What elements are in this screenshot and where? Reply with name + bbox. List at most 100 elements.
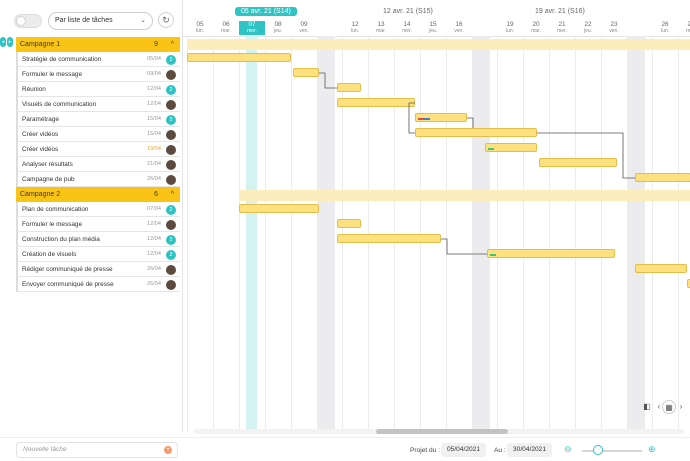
task-name: Plan de communication: [22, 206, 89, 213]
avatar[interactable]: [166, 220, 176, 230]
project-start-label: Projet du :: [410, 447, 441, 454]
task-name: Visuels de communication: [22, 101, 97, 108]
task-date: 12/04: [147, 101, 161, 107]
chevron-up-icon[interactable]: ^: [171, 187, 174, 202]
collapse-all-icon[interactable]: ◂: [0, 37, 6, 47]
avatar[interactable]: [166, 280, 176, 290]
task-row[interactable]: Créer vidéos 15/04: [16, 127, 180, 142]
dependency-link: [537, 132, 635, 179]
expand-all-icon[interactable]: ▸: [7, 37, 13, 47]
assignee-count-badge[interactable]: 2: [166, 250, 176, 260]
task-name: Envoyer communiqué de presse: [22, 281, 114, 288]
chevron-right-icon[interactable]: ›: [674, 400, 688, 414]
zoom-in-icon[interactable]: ⊕: [648, 444, 656, 455]
project-end-date[interactable]: 30/04/2021: [507, 443, 553, 457]
task-row[interactable]: Campagne de pub 26/04: [16, 172, 180, 187]
campaign-name: Campagne 1: [20, 41, 61, 48]
scrollbar-thumb[interactable]: [376, 429, 508, 434]
task-date: 12/04: [147, 221, 161, 227]
dependency-link: [408, 102, 415, 134]
avatar[interactable]: [166, 175, 176, 185]
task-name: Création de visuels: [22, 251, 77, 258]
campaign-task-count: 6: [154, 191, 158, 198]
task-row[interactable]: Construction du plan média 12/04 2: [16, 232, 180, 247]
avatar[interactable]: [166, 130, 176, 140]
task-row[interactable]: Formuler le message 12/04: [16, 217, 180, 232]
horizontal-scrollbar[interactable]: [194, 429, 684, 434]
view-select-value: Par liste de tâches: [55, 17, 113, 24]
task-row[interactable]: Création de visuels 12/04 2: [16, 247, 180, 262]
assignee-count-badge[interactable]: 2: [166, 235, 176, 245]
task-name: Construction du plan média: [22, 236, 100, 243]
assignee-count-badge[interactable]: 2: [166, 55, 176, 65]
task-row[interactable]: Visuels de communication 12/04: [16, 97, 180, 112]
task-row[interactable]: Stratégie de communication 05/04 2: [16, 52, 180, 67]
task-name: Paramétrage: [22, 116, 59, 123]
timeline-navigation: ◧ ‹ ▦ ›: [640, 392, 684, 422]
avatar[interactable]: [166, 265, 176, 275]
project-start-date[interactable]: 05/04/2021: [441, 443, 487, 457]
task-date: 12/04: [147, 86, 161, 92]
avatar[interactable]: [166, 70, 176, 80]
task-date: 05/04: [147, 56, 161, 62]
task-row[interactable]: Envoyer communiqué de presse 26/04: [16, 277, 180, 292]
assignee-count-badge[interactable]: 2: [166, 205, 176, 215]
campaign-task-count: 9: [154, 41, 158, 48]
campaign-name: Campagne 2: [20, 191, 61, 198]
task-row[interactable]: Plan de communication 07/04 2: [16, 202, 180, 217]
task-date: 12/04: [147, 251, 161, 257]
chevron-up-icon[interactable]: ^: [171, 37, 174, 52]
zoom-slider[interactable]: [582, 450, 642, 452]
new-task-placeholder: Nouvelle tâche: [23, 446, 67, 453]
task-date: 09/04: [147, 71, 161, 77]
task-date: 26/04: [147, 281, 161, 287]
task-date: 21/04: [147, 161, 161, 167]
dependency-link: [467, 117, 474, 128]
chevron-down-icon: ⌄: [140, 17, 146, 24]
task-name: Créer vidéos: [22, 146, 59, 153]
project-end-label: Au :: [494, 447, 506, 454]
task-date: 26/04: [147, 176, 161, 182]
view-toggle[interactable]: [14, 14, 42, 28]
new-task-input[interactable]: Nouvelle tâche +: [16, 442, 178, 458]
dependency-link: [319, 72, 337, 89]
task-name: Stratégie de communication: [22, 56, 102, 63]
zoom-slider-handle[interactable]: [593, 445, 603, 455]
task-row[interactable]: Formuler le message 09/04: [16, 67, 180, 82]
avatar[interactable]: [166, 145, 176, 155]
task-date: 19/04: [147, 146, 161, 152]
task-name: Réunion: [22, 86, 46, 93]
dependency-links: [319, 72, 635, 255]
avatar[interactable]: [166, 100, 176, 110]
gantt-app: Par liste de tâches ⌄ ↻ ◂ ▸ Campagne 1 9 ^…: [0, 0, 690, 461]
task-row[interactable]: Paramétrage 15/04 2: [16, 112, 180, 127]
task-row[interactable]: Analyser résultats 21/04: [16, 157, 180, 172]
collapse-controls: ◂ ▸: [0, 37, 13, 47]
task-date: 15/04: [147, 131, 161, 137]
task-name: Rédiger communiqué de presse: [22, 266, 113, 273]
task-date: 26/04: [147, 266, 161, 272]
task-date: 12/04: [147, 236, 161, 242]
gantt-chart: 05 lun. 06 mar. 07 mer. 08 jeu. 09 ven. 12 lun. 13 ma…: [182, 0, 690, 432]
task-row[interactable]: Réunion 12/04 2: [16, 82, 180, 97]
add-task-icon[interactable]: +: [164, 446, 172, 454]
task-name: Créer vidéos: [22, 131, 59, 138]
campaign-header[interactable]: Campagne 1 9 ^: [16, 37, 180, 52]
task-name: Formuler le message: [22, 71, 83, 78]
campaign-header[interactable]: Campagne 2 6 ^: [16, 187, 180, 202]
avatar[interactable]: [166, 160, 176, 170]
dependency-link: [441, 238, 487, 255]
toolbar: Par liste de tâches ⌄ ↻: [0, 0, 182, 36]
assignee-count-badge[interactable]: 2: [166, 85, 176, 95]
task-name: Analyser résultats: [22, 161, 73, 168]
view-select[interactable]: Par liste de tâches ⌄: [48, 12, 153, 30]
refresh-icon[interactable]: ↻: [158, 12, 174, 28]
task-date: 15/04: [147, 116, 161, 122]
task-name: Campagne de pub: [22, 176, 75, 183]
task-row[interactable]: Créer vidéos 19/04: [16, 142, 180, 157]
task-name: Formuler le message: [22, 221, 83, 228]
task-row[interactable]: Rédiger communiqué de presse 26/04: [16, 262, 180, 277]
assignee-count-badge[interactable]: 2: [166, 115, 176, 125]
zoom-out-icon[interactable]: ⊖: [564, 444, 572, 455]
toggle-knob: [16, 16, 26, 26]
